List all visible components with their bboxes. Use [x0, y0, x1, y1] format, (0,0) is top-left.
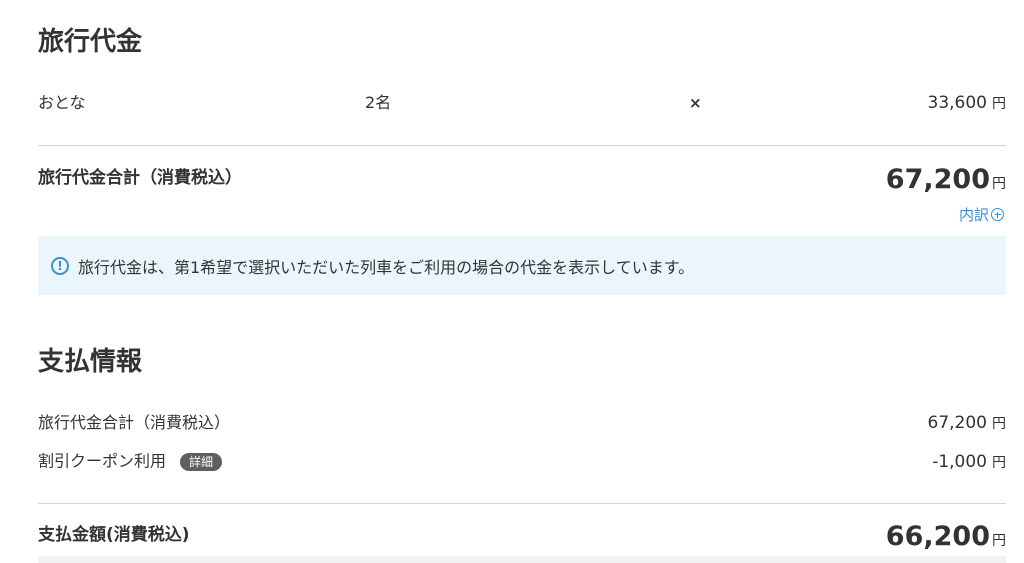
travel-total-value: 67,200 — [885, 164, 990, 195]
payment-info-title: 支払情報 — [38, 347, 143, 377]
plus-circle-icon — [991, 208, 1004, 221]
coupon-amount-yen: 円 — [992, 455, 1006, 471]
breakdown-link[interactable]: 内訳 — [959, 204, 1004, 225]
divider-1 — [38, 145, 1006, 146]
pay-amount-label: 支払金額(消費税込) — [38, 525, 190, 545]
travel-total-yen: 円 — [992, 176, 1006, 192]
travel-fee-title: 旅行代金 — [38, 27, 143, 57]
payment-subtotal-yen: 円 — [992, 416, 1006, 432]
bottom-strip — [38, 556, 1006, 563]
divider-2 — [38, 503, 1006, 504]
payment-subtotal-label: 旅行代金合計（消費税込） — [38, 413, 231, 432]
coupon-row: 割引クーポン利用 詳細 — [38, 451, 223, 471]
coupon-detail-button[interactable]: 詳細 — [180, 453, 223, 471]
pay-amount-value: 66,200 — [885, 521, 990, 552]
adult-label: おとな — [38, 93, 86, 112]
adult-count: 2名 — [365, 93, 392, 112]
unit-price-yen: 円 — [992, 96, 1006, 112]
coupon-amount-value: -1,000 — [932, 452, 987, 472]
info-notice: ! 旅行代金は、第1希望で選択いただいた列車をご利用の場合の代金を表示しています… — [38, 236, 1006, 295]
pay-amount-yen: 円 — [992, 533, 1006, 549]
multiply-sign: × — [689, 94, 702, 112]
coupon-label: 割引クーポン利用 — [38, 451, 167, 471]
notice-text: 旅行代金は、第1希望で選択いただいた列車をご利用の場合の代金を表示しています。 — [78, 257, 695, 277]
coupon-amount: -1,000 円 — [932, 454, 1006, 471]
travel-total-amount: 67,200 円 — [886, 166, 1006, 193]
payment-summary-page: 旅行代金 おとな 2名 × 33,600 円 旅行代金合計（消費税込） 67,20… — [0, 0, 1024, 563]
breakdown-label: 内訳 — [958, 206, 989, 224]
unit-price-value: 33,600 — [927, 93, 987, 113]
payment-subtotal-amount: 67,200 円 — [928, 415, 1006, 432]
pay-amount: 66,200 円 — [886, 523, 1006, 550]
info-circle-icon: ! — [51, 256, 69, 275]
travel-total-label: 旅行代金合計（消費税込） — [38, 168, 242, 188]
payment-subtotal-value: 67,200 — [927, 413, 987, 433]
unit-price: 33,600 円 — [928, 95, 1006, 112]
